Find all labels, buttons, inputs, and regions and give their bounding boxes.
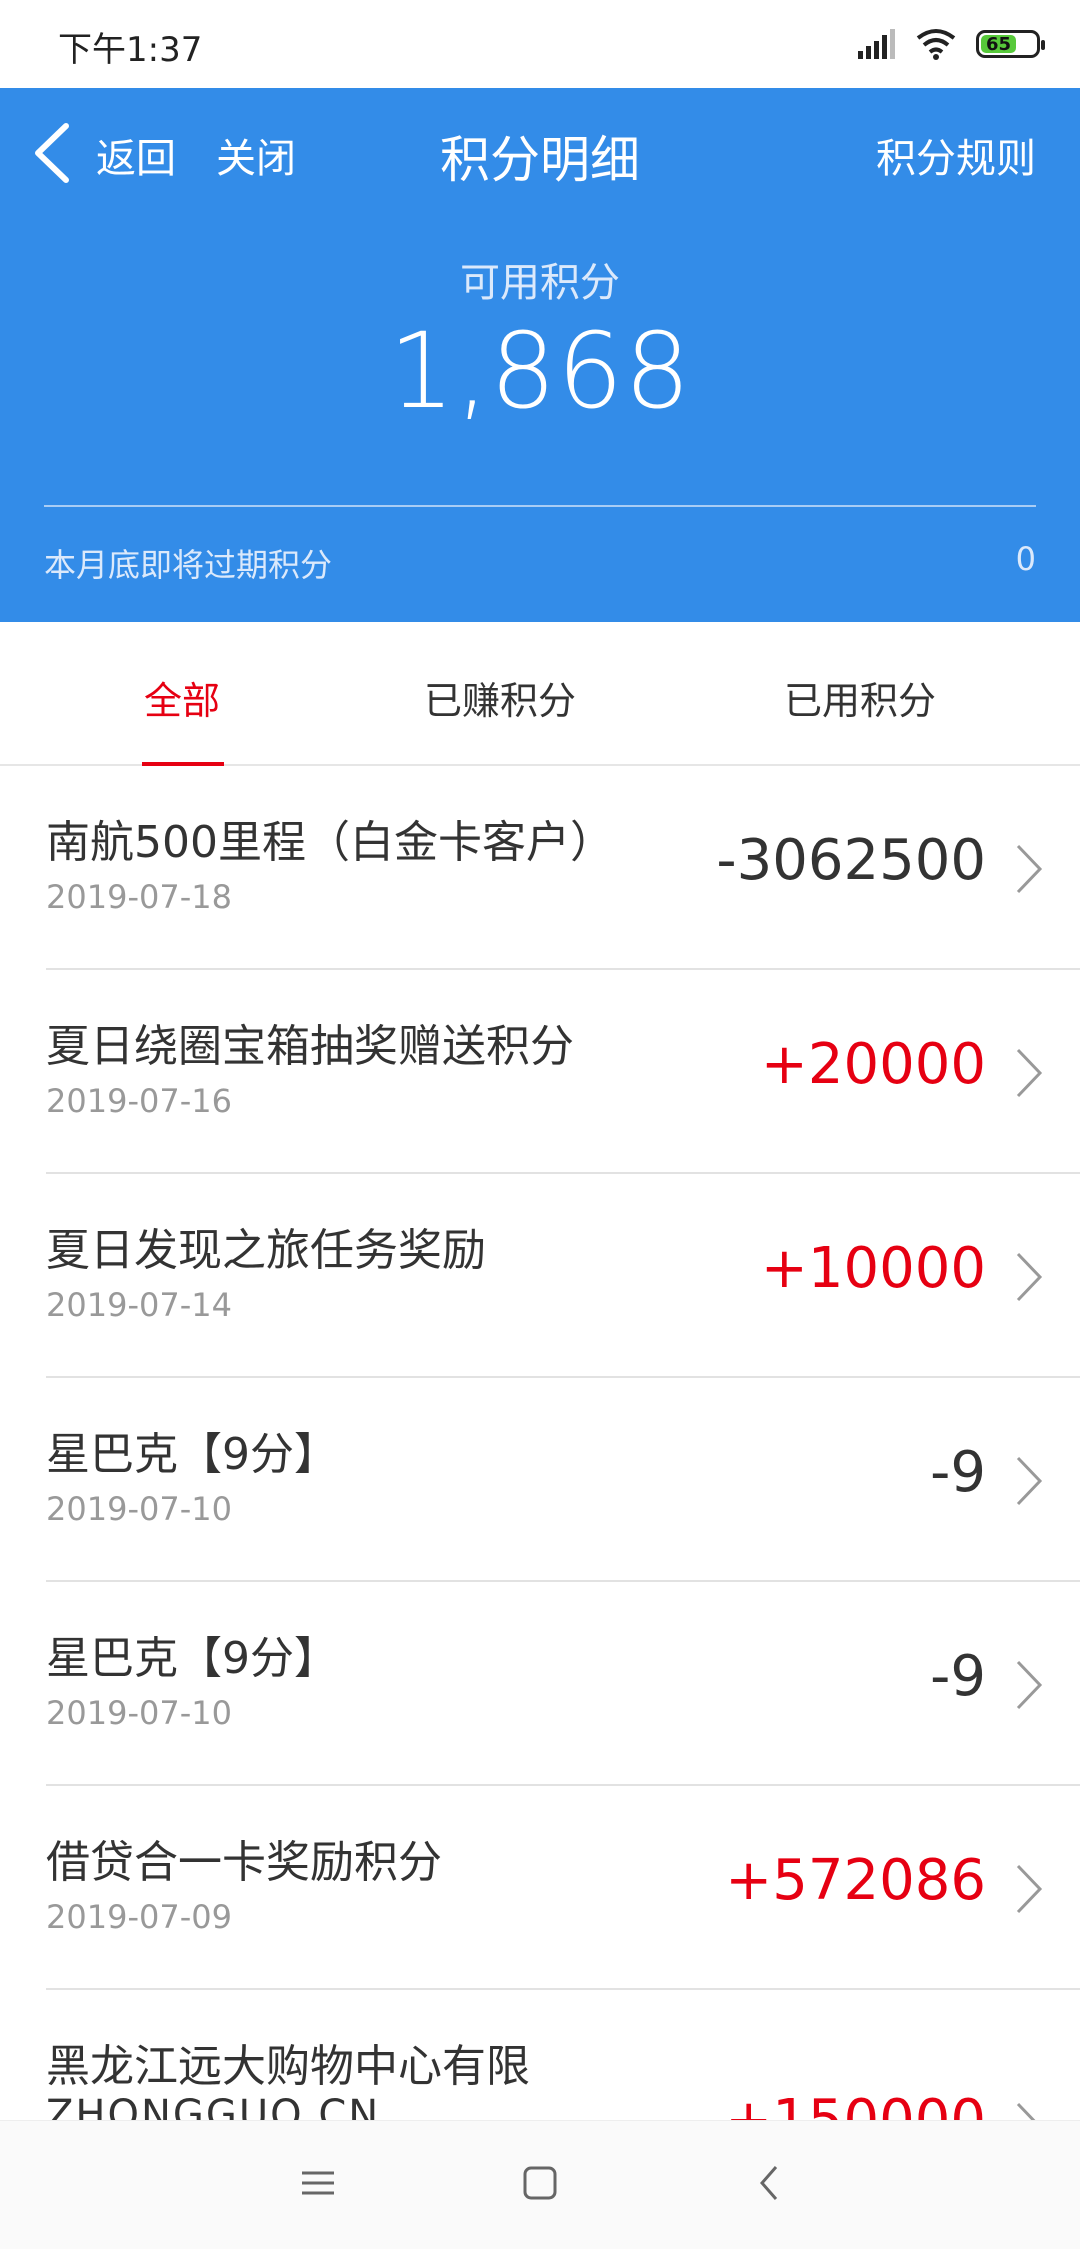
record-title: 星巴克【9分】 — [46, 1429, 338, 1480]
status-time: 下午1:37 — [58, 30, 203, 70]
list-item[interactable]: 星巴克【9分】 2019-07-10 -9 — [46, 1582, 1080, 1786]
record-date: 2019-07-14 — [46, 1286, 232, 1324]
nav-bar: 返回 关闭 积分明细 积分规则 — [0, 88, 1080, 218]
signal-icon — [858, 29, 895, 59]
record-title: 夏日发现之旅任务奖励 — [46, 1225, 486, 1276]
wifi-icon — [916, 29, 956, 60]
list-item[interactable]: 黑龙江远大购物中心有限 ZHONGGUO CN +150000 — [46, 1990, 1080, 2120]
status-bar: 下午1:37 65 — [0, 0, 1080, 88]
chevron-right-icon — [1016, 1048, 1043, 1098]
chevron-right-icon — [1016, 1252, 1043, 1302]
record-amount: -9 — [930, 1644, 986, 1709]
record-title: 借贷合一卡奖励积分 — [46, 1837, 442, 1888]
expiring-points-label: 本月底即将过期积分 — [44, 546, 333, 584]
tab-used-points[interactable]: 已用积分 — [784, 670, 936, 725]
battery-icon: 65 — [976, 30, 1045, 58]
filter-tabs: 全部 已赚积分 已用积分 — [0, 622, 1080, 766]
record-title: 星巴克【9分】 — [46, 1633, 338, 1684]
chevron-right-icon — [1016, 2102, 1036, 2120]
record-date: 2019-07-10 — [46, 1694, 232, 1732]
record-date: 2019-07-09 — [46, 1898, 232, 1936]
record-subtitle: ZHONGGUO CN — [46, 2092, 381, 2120]
record-title: 黑龙江远大购物中心有限 — [46, 2041, 530, 2092]
chevron-right-icon — [1016, 1456, 1043, 1506]
list-item[interactable]: 南航500里程（白金卡客户） 2019-07-18 -3062500 — [46, 766, 1080, 970]
list-item[interactable]: 借贷合一卡奖励积分 2019-07-09 +572086 — [46, 1786, 1080, 1990]
points-record-list: 南航500里程（白金卡客户） 2019-07-18 -3062500 夏日绕圈宝… — [0, 766, 1080, 2120]
record-amount: +150000 — [725, 2088, 986, 2120]
record-date: 2019-07-10 — [46, 1490, 232, 1528]
tab-all[interactable]: 全部 — [144, 670, 220, 725]
record-amount: +572086 — [725, 1848, 986, 1913]
chevron-right-icon — [1016, 844, 1043, 894]
record-title: 南航500里程（白金卡客户） — [46, 817, 614, 868]
header-divider — [44, 505, 1036, 507]
expiring-points-value: 0 — [1015, 540, 1036, 578]
close-button[interactable]: 关闭 — [216, 126, 296, 184]
chevron-right-icon — [1016, 1864, 1043, 1914]
record-date: 2019-07-18 — [46, 878, 232, 916]
system-nav-bar — [0, 2120, 1080, 2249]
record-amount: +10000 — [760, 1236, 986, 1301]
record-date: 2019-07-16 — [46, 1082, 232, 1120]
home-icon[interactable] — [518, 2161, 562, 2205]
record-amount: -9 — [930, 1440, 986, 1505]
menu-icon[interactable] — [296, 2161, 340, 2205]
available-points-value: 1,868 — [388, 310, 692, 432]
status-icons: 65 — [856, 28, 1045, 60]
back-button[interactable]: 返回 — [96, 126, 176, 184]
available-points-label: 可用积分 — [460, 260, 620, 306]
page-title: 积分明细 — [440, 131, 640, 189]
list-item[interactable]: 夏日发现之旅任务奖励 2019-07-14 +10000 — [46, 1174, 1080, 1378]
system-back-icon[interactable] — [748, 2161, 792, 2205]
back-arrow-icon[interactable] — [30, 120, 76, 186]
battery-level: 65 — [981, 34, 1017, 55]
tab-earned-points[interactable]: 已赚积分 — [424, 670, 576, 725]
list-item[interactable]: 夏日绕圈宝箱抽奖赠送积分 2019-07-16 +20000 — [46, 970, 1080, 1174]
list-item[interactable]: 星巴克【9分】 2019-07-10 -9 — [46, 1378, 1080, 1582]
points-header: 返回 关闭 积分明细 积分规则 可用积分 1,868 本月底即将过期积分 0 — [0, 88, 1080, 622]
points-rules-link[interactable]: 积分规则 — [876, 126, 1036, 184]
chevron-right-icon — [1016, 1660, 1043, 1710]
record-title: 夏日绕圈宝箱抽奖赠送积分 — [46, 1021, 574, 1072]
record-amount: +20000 — [760, 1032, 986, 1097]
record-amount: -3062500 — [716, 828, 986, 893]
